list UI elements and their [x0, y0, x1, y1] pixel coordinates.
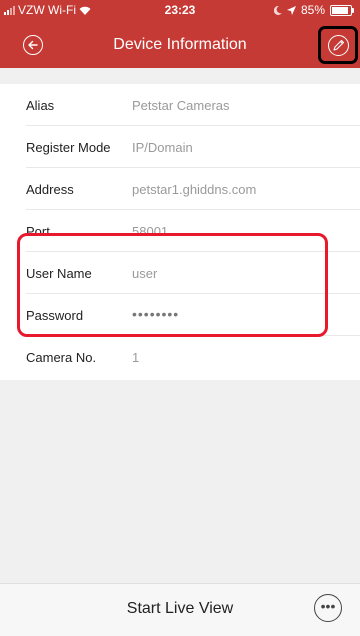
moon-icon — [273, 5, 282, 15]
address-value: petstar1.ghiddns.com — [132, 182, 257, 197]
more-button[interactable]: ••• — [314, 594, 342, 622]
camera-no-label: Camera No. — [26, 350, 97, 365]
row-register-mode[interactable]: Register Mode IP/Domain — [0, 126, 360, 168]
location-arrow-icon — [286, 5, 296, 15]
edit-button[interactable] — [328, 35, 349, 56]
row-address[interactable]: Address petstar1.ghiddns.com — [0, 168, 360, 210]
pencil-icon — [333, 39, 345, 51]
register-mode-label: Register Mode — [26, 140, 111, 155]
row-camera-no[interactable]: Camera No. 1 — [0, 336, 360, 378]
status-right: 85% — [273, 3, 354, 17]
more-ellipsis-icon: ••• — [320, 598, 336, 614]
camera-no-value: 1 — [132, 350, 140, 365]
status-bar: VZW Wi-Fi 23:23 85% — [0, 0, 360, 20]
start-live-view-button[interactable]: Start Live View — [0, 600, 360, 618]
battery-percent: 85% — [300, 3, 325, 17]
page-title: Device Information — [113, 36, 247, 53]
row-alias[interactable]: Alias Petstar Cameras — [0, 84, 360, 126]
bottom-bar: Start Live View ••• — [0, 583, 360, 636]
app-header: VZW Wi-Fi 23:23 85% Device Information — [0, 0, 360, 68]
alias-label: Alias — [26, 98, 55, 113]
edit-highlight — [318, 26, 358, 64]
alias-value: Petstar Cameras — [132, 98, 230, 113]
credentials-highlight — [17, 233, 328, 337]
address-label: Address — [26, 182, 74, 197]
register-mode-value: IP/Domain — [132, 140, 193, 155]
battery-icon — [330, 4, 354, 16]
